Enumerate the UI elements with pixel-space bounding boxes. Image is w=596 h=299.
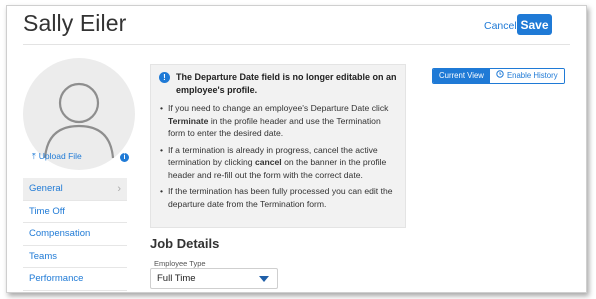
alert-bullet-list: If you need to change an employee's Depa… <box>159 102 397 210</box>
clock-icon <box>496 69 504 83</box>
employee-type-label: Employee Type <box>154 259 206 268</box>
alert-bullet: If the termination has been fully proces… <box>159 185 397 210</box>
profile-sidenav: General › Time Off Compensation Teams Pe… <box>23 178 127 291</box>
enable-history-button[interactable]: Enable History <box>489 69 564 83</box>
upload-file-label: Upload File <box>38 151 82 161</box>
employee-type-value: Full Time <box>157 273 196 284</box>
upload-icon: ⤒ <box>32 151 36 161</box>
alert-header: ! The Departure Date field is no longer … <box>159 71 397 97</box>
alert-info-icon: ! <box>159 72 170 83</box>
sidebar-item-general[interactable]: General › <box>23 178 127 201</box>
cancel-link[interactable]: Cancel <box>484 20 517 32</box>
sidebar-item-teams[interactable]: Teams <box>23 246 127 268</box>
employee-type-select[interactable]: Full Time <box>150 268 278 289</box>
sidebar-item-label: General <box>29 183 63 194</box>
sidebar-item-time-off[interactable]: Time Off <box>23 201 127 223</box>
sidebar-item-label: Compensation <box>29 228 91 239</box>
alert-bullet: If a termination is already in progress,… <box>159 144 397 182</box>
info-icon[interactable]: i <box>120 153 129 162</box>
job-details-heading: Job Details <box>150 236 220 251</box>
alert-bullet-emphasis: cancel <box>254 157 282 167</box>
chevron-right-icon: › <box>117 183 121 195</box>
alert-bullet-emphasis: Terminate <box>168 115 209 126</box>
sidebar-item-compensation[interactable]: Compensation <box>23 223 127 246</box>
sidebar-item-label: Performance <box>29 273 84 284</box>
alert-bullet: If you need to change an employee's Depa… <box>159 102 397 140</box>
enable-history-label: Enable History <box>506 71 558 80</box>
page-title: Sally Eiler <box>23 10 127 36</box>
save-button[interactable]: Save <box>517 14 552 35</box>
employee-profile-window: Sally Eiler Cancel Save ⤒ Upload File i G… <box>6 5 587 293</box>
view-toggle: Current View Enable History <box>432 68 565 84</box>
header-divider <box>23 44 570 45</box>
sidebar-item-label: Time Off <box>29 205 65 217</box>
sidebar-item-label: Teams <box>29 250 57 262</box>
upload-file-link[interactable]: ⤒ Upload File <box>32 151 82 162</box>
sidebar-item-performance[interactable]: Performance <box>23 268 127 291</box>
caret-down-icon <box>259 276 269 282</box>
current-view-button[interactable]: Current View <box>433 69 490 83</box>
alert-bullet-text: If you need to change an employee's Depa… <box>168 103 389 113</box>
departure-date-alert: ! The Departure Date field is no longer … <box>150 64 406 228</box>
alert-title: The Departure Date field is no longer ed… <box>176 72 397 95</box>
alert-bullet-text: If the termination has been fully proces… <box>168 186 393 209</box>
